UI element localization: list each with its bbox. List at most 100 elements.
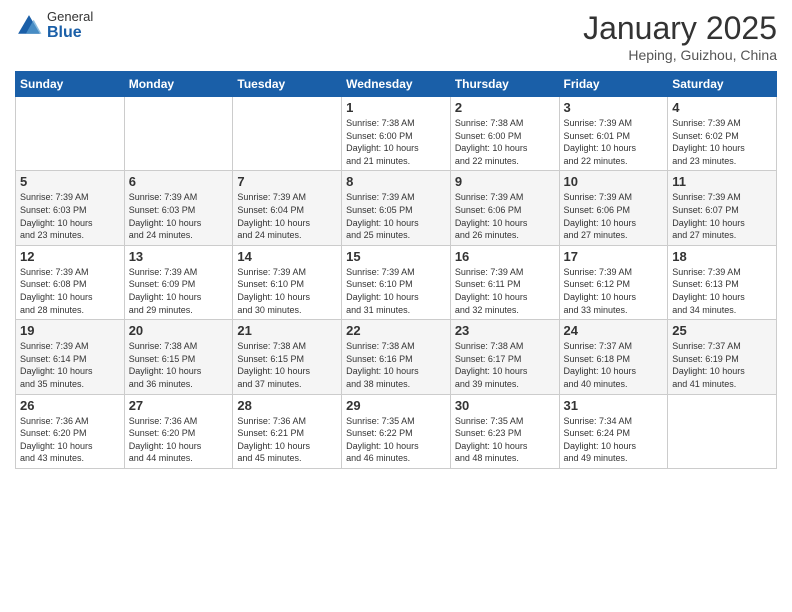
day-info: Sunrise: 7:37 AM Sunset: 6:18 PM Dayligh… [564, 340, 664, 390]
day-info: Sunrise: 7:39 AM Sunset: 6:09 PM Dayligh… [129, 266, 229, 316]
day-number: 15 [346, 249, 446, 264]
day-number: 31 [564, 398, 664, 413]
day-number: 14 [237, 249, 337, 264]
day-number: 8 [346, 174, 446, 189]
calendar-cell [16, 97, 125, 171]
calendar-cell: 26 Sunrise: 7:36 AM Sunset: 6:20 PM Dayli… [16, 394, 125, 468]
calendar-cell: 20Sunrise: 7:38 AM Sunset: 6:15 PM Dayli… [124, 320, 233, 394]
calendar-dow-sunday: Sunday [16, 72, 125, 97]
calendar-cell: 14 Sunrise: 7:39 AM Sunset: 6:10 PM Dayli… [233, 245, 342, 319]
calendar-week-row: 5 Sunrise: 7:39 AM Sunset: 6:03 PM Daylig… [16, 171, 777, 245]
calendar-cell [233, 97, 342, 171]
calendar-cell: 17Sunrise: 7:39 AM Sunset: 6:12 PM Dayli… [559, 245, 668, 319]
logo: General Blue [15, 10, 93, 42]
day-info: Sunrise: 7:38 AM Sunset: 6:00 PM Dayligh… [455, 117, 555, 167]
day-number: 5 [20, 174, 120, 189]
calendar-dow-wednesday: Wednesday [342, 72, 451, 97]
calendar-cell: 5 Sunrise: 7:39 AM Sunset: 6:03 PM Daylig… [16, 171, 125, 245]
day-info: Sunrise: 7:38 AM Sunset: 6:15 PM Dayligh… [237, 340, 337, 390]
day-number: 9 [455, 174, 555, 189]
calendar-week-row: 26 Sunrise: 7:36 AM Sunset: 6:20 PM Dayli… [16, 394, 777, 468]
calendar-cell: 18Sunrise: 7:39 AM Sunset: 6:13 PM Dayli… [668, 245, 777, 319]
day-info: Sunrise: 7:39 AM Sunset: 6:02 PM Dayligh… [672, 117, 772, 167]
day-number: 12 [20, 249, 120, 264]
day-info: Sunrise: 7:36 AM Sunset: 6:21 PM Dayligh… [237, 415, 337, 465]
day-number: 7 [237, 174, 337, 189]
day-number: 29 [346, 398, 446, 413]
calendar-cell: 10 Sunrise: 7:39 AM Sunset: 6:06 PM Dayli… [559, 171, 668, 245]
calendar-cell: 3Sunrise: 7:39 AM Sunset: 6:01 PM Daylig… [559, 97, 668, 171]
calendar-cell: 4 Sunrise: 7:39 AM Sunset: 6:02 PM Daylig… [668, 97, 777, 171]
day-info: Sunrise: 7:36 AM Sunset: 6:20 PM Dayligh… [129, 415, 229, 465]
day-info: Sunrise: 7:39 AM Sunset: 6:05 PM Dayligh… [346, 191, 446, 241]
day-number: 30 [455, 398, 555, 413]
day-info: Sunrise: 7:38 AM Sunset: 6:15 PM Dayligh… [129, 340, 229, 390]
day-number: 28 [237, 398, 337, 413]
day-info: Sunrise: 7:39 AM Sunset: 6:14 PM Dayligh… [20, 340, 120, 390]
calendar-cell: 22 Sunrise: 7:38 AM Sunset: 6:16 PM Dayli… [342, 320, 451, 394]
day-info: Sunrise: 7:35 AM Sunset: 6:23 PM Dayligh… [455, 415, 555, 465]
calendar-cell: 27 Sunrise: 7:36 AM Sunset: 6:20 PM Dayli… [124, 394, 233, 468]
calendar-cell: 25Sunrise: 7:37 AM Sunset: 6:19 PM Dayli… [668, 320, 777, 394]
calendar-dow-tuesday: Tuesday [233, 72, 342, 97]
calendar-cell: 16 Sunrise: 7:39 AM Sunset: 6:11 PM Dayli… [450, 245, 559, 319]
day-number: 11 [672, 174, 772, 189]
calendar-header-row: SundayMondayTuesdayWednesdayThursdayFrid… [16, 72, 777, 97]
calendar-cell: 31Sunrise: 7:34 AM Sunset: 6:24 PM Dayli… [559, 394, 668, 468]
day-info: Sunrise: 7:35 AM Sunset: 6:22 PM Dayligh… [346, 415, 446, 465]
page: General Blue January 2025 Heping, Guizho… [0, 0, 792, 612]
day-number: 22 [346, 323, 446, 338]
calendar-cell [668, 394, 777, 468]
day-info: Sunrise: 7:39 AM Sunset: 6:04 PM Dayligh… [237, 191, 337, 241]
calendar-cell: 24 Sunrise: 7:37 AM Sunset: 6:18 PM Dayli… [559, 320, 668, 394]
day-number: 17 [564, 249, 664, 264]
day-info: Sunrise: 7:39 AM Sunset: 6:10 PM Dayligh… [237, 266, 337, 316]
logo-icon [15, 12, 43, 40]
day-number: 16 [455, 249, 555, 264]
calendar-cell: 2 Sunrise: 7:38 AM Sunset: 6:00 PM Daylig… [450, 97, 559, 171]
logo-general-text: General [47, 10, 93, 24]
calendar-dow-monday: Monday [124, 72, 233, 97]
day-info: Sunrise: 7:36 AM Sunset: 6:20 PM Dayligh… [20, 415, 120, 465]
day-info: Sunrise: 7:39 AM Sunset: 6:08 PM Dayligh… [20, 266, 120, 316]
day-info: Sunrise: 7:38 AM Sunset: 6:17 PM Dayligh… [455, 340, 555, 390]
calendar-cell: 28 Sunrise: 7:36 AM Sunset: 6:21 PM Dayli… [233, 394, 342, 468]
day-number: 19 [20, 323, 120, 338]
day-number: 4 [672, 100, 772, 115]
day-number: 21 [237, 323, 337, 338]
day-info: Sunrise: 7:39 AM Sunset: 6:01 PM Dayligh… [564, 117, 664, 167]
day-info: Sunrise: 7:39 AM Sunset: 6:03 PM Dayligh… [20, 191, 120, 241]
day-number: 26 [20, 398, 120, 413]
day-number: 13 [129, 249, 229, 264]
calendar-cell: 9 Sunrise: 7:39 AM Sunset: 6:06 PM Daylig… [450, 171, 559, 245]
calendar-title: January 2025 [583, 10, 777, 47]
calendar-cell: 29 Sunrise: 7:35 AM Sunset: 6:22 PM Dayli… [342, 394, 451, 468]
day-number: 23 [455, 323, 555, 338]
calendar-cell: 7 Sunrise: 7:39 AM Sunset: 6:04 PM Daylig… [233, 171, 342, 245]
day-number: 24 [564, 323, 664, 338]
day-info: Sunrise: 7:39 AM Sunset: 6:06 PM Dayligh… [455, 191, 555, 241]
day-info: Sunrise: 7:39 AM Sunset: 6:13 PM Dayligh… [672, 266, 772, 316]
calendar-cell: 23 Sunrise: 7:38 AM Sunset: 6:17 PM Dayli… [450, 320, 559, 394]
calendar-cell: 15 Sunrise: 7:39 AM Sunset: 6:10 PM Dayli… [342, 245, 451, 319]
title-block: January 2025 Heping, Guizhou, China [583, 10, 777, 63]
calendar-cell: 12 Sunrise: 7:39 AM Sunset: 6:08 PM Dayli… [16, 245, 125, 319]
day-info: Sunrise: 7:39 AM Sunset: 6:06 PM Dayligh… [564, 191, 664, 241]
day-info: Sunrise: 7:38 AM Sunset: 6:16 PM Dayligh… [346, 340, 446, 390]
calendar-dow-saturday: Saturday [668, 72, 777, 97]
day-number: 27 [129, 398, 229, 413]
day-info: Sunrise: 7:39 AM Sunset: 6:11 PM Dayligh… [455, 266, 555, 316]
day-number: 10 [564, 174, 664, 189]
calendar-week-row: 19 Sunrise: 7:39 AM Sunset: 6:14 PM Dayli… [16, 320, 777, 394]
day-info: Sunrise: 7:38 AM Sunset: 6:00 PM Dayligh… [346, 117, 446, 167]
calendar-cell: 19 Sunrise: 7:39 AM Sunset: 6:14 PM Dayli… [16, 320, 125, 394]
calendar-subtitle: Heping, Guizhou, China [583, 47, 777, 63]
day-number: 1 [346, 100, 446, 115]
day-info: Sunrise: 7:39 AM Sunset: 6:10 PM Dayligh… [346, 266, 446, 316]
logo-blue-text: Blue [47, 24, 93, 42]
calendar-week-row: 1 Sunrise: 7:38 AM Sunset: 6:00 PM Daylig… [16, 97, 777, 171]
calendar-cell: 1 Sunrise: 7:38 AM Sunset: 6:00 PM Daylig… [342, 97, 451, 171]
day-number: 2 [455, 100, 555, 115]
calendar-dow-friday: Friday [559, 72, 668, 97]
logo-text: General Blue [47, 10, 93, 42]
